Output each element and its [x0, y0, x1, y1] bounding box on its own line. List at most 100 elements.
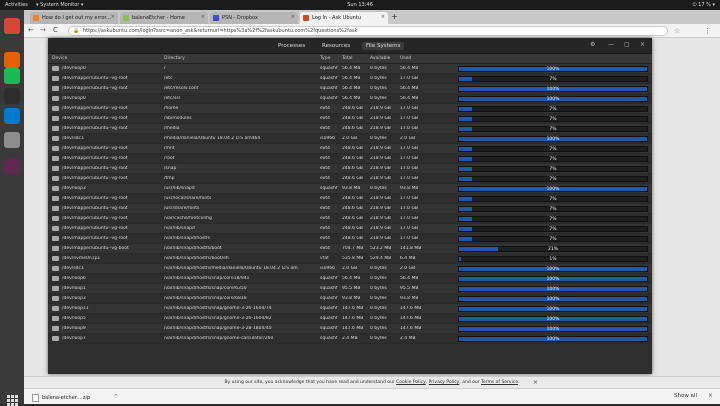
close-icon[interactable]: × [640, 41, 645, 48]
cell-directory: /usr/share/fonts [164, 206, 200, 211]
table-row[interactable]: /dev/sdc1/media/daniela/Ubuntu 18.04.2 L… [48, 134, 652, 144]
cookie-separator: , [425, 380, 428, 385]
table-row[interactable]: /dev/mapper/ubuntu--vg-root/media ext4 248… [48, 124, 652, 134]
usage-percent: 7% [549, 167, 557, 172]
clock[interactable]: Sun 13:46 [0, 2, 720, 8]
tab-close-icon[interactable]: × [291, 14, 295, 20]
drive-icon [52, 316, 59, 321]
maximize-icon[interactable]: ▢ [624, 41, 630, 48]
usb-creator-icon[interactable] [4, 132, 20, 148]
cell-type: ext4 [320, 206, 330, 211]
cell-total: 248.6 GB [342, 206, 363, 211]
cell-available: 0 bytes [370, 306, 387, 311]
drive-icon [52, 86, 59, 91]
forward-button[interactable]: → [40, 26, 46, 34]
table-row[interactable]: /dev/mapper/ubuntu--vg-root/tmp ext4 248.6… [48, 174, 652, 184]
cell-device: /dev/mapper/ubuntu--vg-root [62, 226, 128, 231]
table-row[interactable]: /dev/mapper/ubuntu--vg-root/mnt ext4 248.6… [48, 144, 652, 154]
cell-used: 93.8 MB [400, 296, 419, 301]
system-topbar: Activities ▾ System Monitor ▾ Sun 13:46 … [0, 0, 720, 10]
tab-processes[interactable]: Processes [274, 42, 309, 50]
address-bar[interactable]: 🔒 https://askubuntu.com/login?ssrc=anon_… [68, 26, 668, 36]
spotify-icon[interactable] [4, 68, 20, 84]
table-row[interactable]: /dev/mapper/ubuntu--vg-root/usr/local/sh… [48, 194, 652, 204]
table-row[interactable]: /dev/mapper/ubuntu--vg-root/etc squashf 56… [48, 74, 652, 84]
browser-menu-icon[interactable]: ⋮ [704, 27, 711, 35]
chrome-icon[interactable] [4, 18, 20, 34]
table-row[interactable]: /dev/mapper/ubuntu--vg-root/var/lib/snap… [48, 224, 652, 234]
terminal-icon[interactable] [4, 88, 20, 104]
table-row[interactable]: /dev/loop9/var/lib/snapd/hostfs/snap/gno… [48, 324, 652, 334]
chevron-up-icon[interactable]: ^ [114, 394, 118, 400]
table-row[interactable]: /dev/mapper/ubuntu--vg-root/var/cache/fo… [48, 214, 652, 224]
table-row[interactable]: /dev/loop3/usr/lib/snapd squashf 93.8 MB 0 … [48, 184, 652, 194]
tab-resources[interactable]: Resources [318, 42, 354, 50]
cell-type: vfat [320, 256, 329, 261]
table-row[interactable]: /dev/mapper/ubuntu--vg-root/usr/share/fo… [48, 204, 652, 214]
cell-directory: /var/lib/snapd/hostfs/boot/efi [164, 256, 229, 261]
table-row[interactable]: /dev/loop1/var/lib/snapd/hostfs/snap/cor… [48, 284, 652, 294]
cookie-close-icon[interactable]: × [533, 379, 538, 386]
table-row[interactable]: /dev/loop7/var/lib/snapd/hostfs/snap/gno… [48, 334, 652, 344]
tab-close-icon[interactable]: × [381, 14, 385, 20]
usage-bar: 7% [458, 216, 648, 222]
cell-available: 218.9 GB [370, 106, 391, 111]
table-row[interactable]: /dev/loop5/var/lib/snapd/hostfs/snap/gno… [48, 314, 652, 324]
cell-type: iso966 [320, 136, 335, 141]
reload-button[interactable]: C [53, 26, 58, 34]
terms-link[interactable]: Terms of Service [481, 380, 518, 385]
cell-available: 0 bytes [370, 326, 387, 331]
table-row[interactable]: /dev/mapper/ubuntu--vg-root/home ext4 248.… [48, 104, 652, 114]
column-available[interactable]: Available [370, 56, 390, 61]
tab-close-icon[interactable]: × [201, 14, 205, 20]
drive-icon [52, 336, 59, 341]
column-directory[interactable]: Directory [164, 56, 185, 61]
column-type[interactable]: Type [320, 56, 330, 61]
show-applications-icon[interactable] [6, 394, 18, 406]
table-row[interactable]: /dev/loop6/var/lib/snapd/hostfs/snap/cor… [48, 274, 652, 284]
system-monitor-icon[interactable] [4, 158, 20, 174]
table-row[interactable]: /dev/mapper/ubuntu--vg-root/root ext4 248.… [48, 154, 652, 164]
browser-tab[interactable]: balenaEtcher - Home × [120, 12, 208, 24]
cell-used: 17.0 GB [400, 166, 419, 171]
cookie-policy-link[interactable]: Cookie Policy [396, 380, 426, 385]
cell-device: /dev/mapper/ubuntu--vg-root [62, 146, 128, 151]
new-tab-button[interactable]: + [391, 12, 398, 21]
table-row[interactable]: /dev/mapper/ubuntu--vg-root/var/lib/snap… [48, 234, 652, 244]
cell-type: squashf [320, 286, 338, 291]
table-row[interactable]: /dev/mapper/ubuntu--vg-boot/var/lib/snap… [48, 244, 652, 254]
column-used[interactable]: Used [400, 56, 411, 61]
table-row[interactable]: /dev/loop3/var/lib/snapd/hostfs/snap/cor… [48, 294, 652, 304]
drive-icon [52, 196, 59, 201]
table-row[interactable]: /dev/mapper/ubuntu--vg-root/snap ext4 248.… [48, 164, 652, 174]
download-item[interactable]: balena-etcher....zip ^ [30, 392, 120, 403]
firefox-icon[interactable] [4, 52, 20, 68]
minimize-icon[interactable]: — [608, 41, 614, 48]
bookmark-star-icon[interactable]: ☆ [674, 27, 680, 35]
table-row[interactable]: /dev/mapper/ubuntu--vg-root/lib/modules e… [48, 114, 652, 124]
tab-close-icon[interactable]: × [111, 14, 115, 20]
table-row[interactable]: /dev/loop0/etc/ssl squashf 56.4 MB 0 bytes 5… [48, 94, 652, 104]
browser-tab[interactable]: PSN - Dropbox × [210, 12, 298, 24]
settings-icon[interactable]: ⚙ [590, 41, 595, 48]
column-total[interactable]: Total [342, 56, 353, 61]
table-row[interactable]: /dev/mapper/ubuntu--vg-root/etc/resolv.c… [48, 84, 652, 94]
status-menu[interactable]: ⏻ 17 % ▾ [693, 2, 715, 8]
cell-used: 56.4 MB [400, 86, 419, 91]
privacy-policy-link[interactable]: Privacy Policy [429, 380, 460, 385]
show-all-button[interactable]: Show all [674, 393, 697, 399]
download-bar-close-icon[interactable]: × [708, 392, 713, 399]
table-row[interactable]: /dev/loop0 / squashf 56.4 MB 0 bytes 56.4 MB 1… [48, 64, 652, 74]
browser-tab[interactable]: Log In - Ask Ubuntu × [300, 12, 388, 24]
table-row[interactable]: /dev/sdc1/var/lib/snapd/hostfs/media/dan… [48, 264, 652, 274]
back-button[interactable]: ← [28, 26, 34, 34]
vscode-icon[interactable] [4, 108, 20, 124]
cell-used: 17.0 GB [400, 196, 419, 201]
column-device[interactable]: Device [52, 56, 67, 61]
lock-icon: 🔒 [73, 28, 80, 34]
drive-icon [52, 326, 59, 331]
table-row[interactable]: /dev/loop11/var/lib/snapd/hostfs/snap/gn… [48, 304, 652, 314]
tab-file-systems[interactable]: File Systems [362, 42, 405, 50]
browser-tab[interactable]: How do I get out my error... × [30, 12, 118, 24]
table-row[interactable]: /dev/nvme0n1p1/var/lib/snapd/hostfs/boot… [48, 254, 652, 264]
